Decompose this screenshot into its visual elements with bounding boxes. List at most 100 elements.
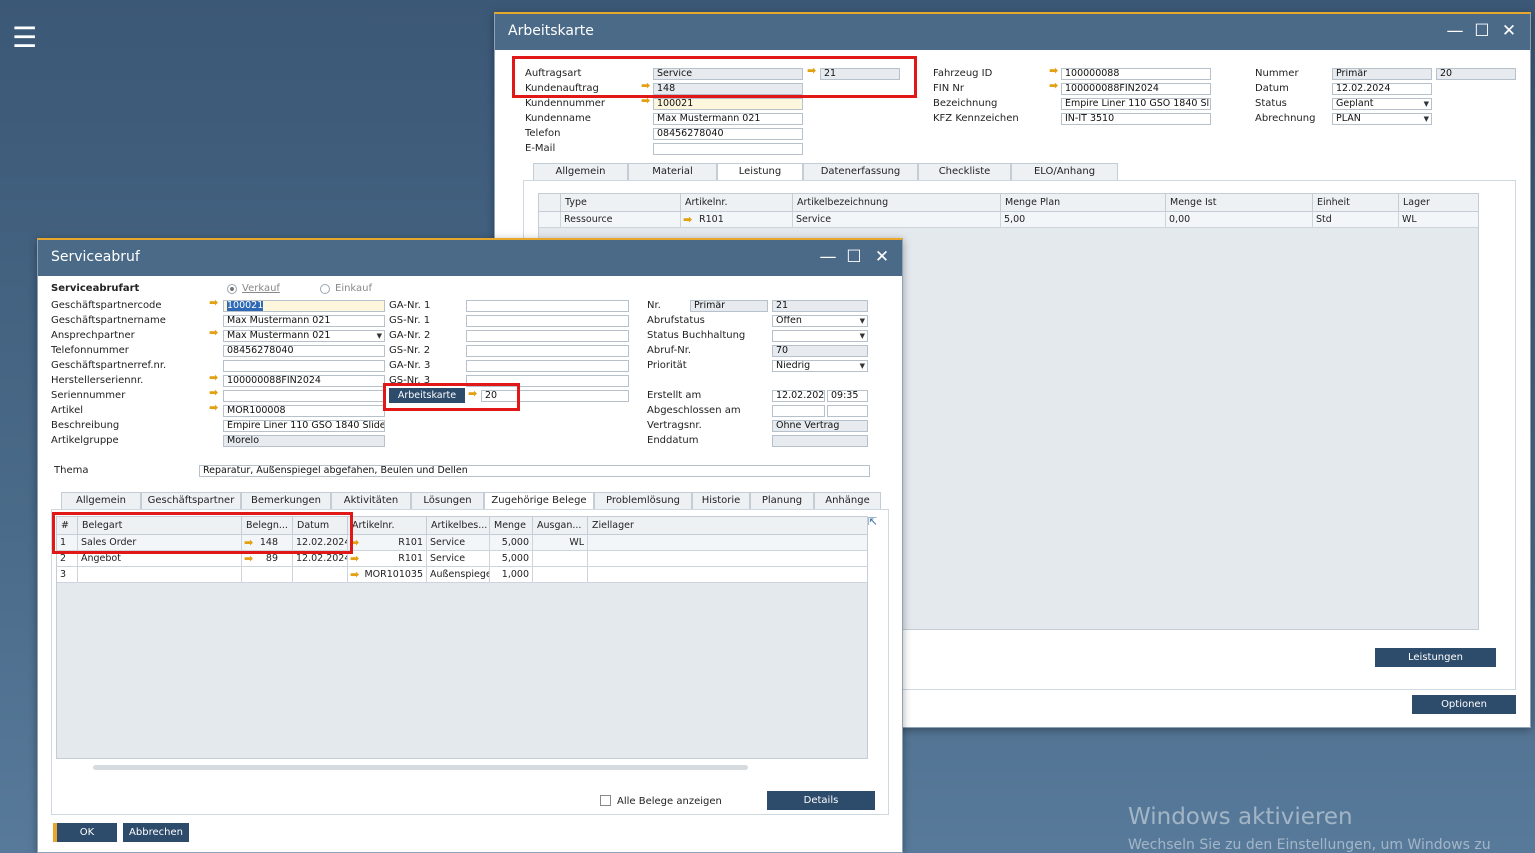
email-field[interactable] xyxy=(653,143,803,155)
table-row[interactable]: 3 MOR101035 Außenspiegel 1,000 xyxy=(57,567,867,583)
gpref-field[interactable] xyxy=(223,360,385,372)
enddatum-field[interactable] xyxy=(772,435,868,447)
link-arrow-icon[interactable]: ➡ xyxy=(209,297,221,308)
tab-bemerkungen[interactable]: Bemerkungen xyxy=(241,492,331,509)
hamburger-menu-icon[interactable]: ☰ xyxy=(12,24,37,52)
bezeichnung-field[interactable]: Empire Liner 110 GSO 1840 Slide- xyxy=(1061,98,1211,110)
tab-planung[interactable]: Planung xyxy=(750,492,814,509)
datum-field[interactable]: 12.02.2024 xyxy=(1332,83,1432,95)
fin-field[interactable]: 100000088FIN2024 xyxy=(1061,83,1211,95)
tab-zugehoerige-belege[interactable]: Zugehörige Belege xyxy=(484,492,594,510)
link-arrow-icon[interactable]: ➡ xyxy=(209,372,221,383)
tab-leistung[interactable]: Leistung xyxy=(717,163,803,181)
einkauf-radio[interactable] xyxy=(320,284,330,294)
expand-icon[interactable]: ⇱ xyxy=(868,515,877,528)
table-row[interactable]: Ressource R101 Service 5,00 0,00 Std WL xyxy=(539,212,1478,228)
link-arrow-icon[interactable]: ➡ xyxy=(209,402,221,413)
tab-elo-anhang[interactable]: ELO/Anhang xyxy=(1011,163,1118,180)
serien-field[interactable] xyxy=(223,390,385,402)
beschreibung-field[interactable]: Empire Liner 110 GSO 1840 Slide-Ou xyxy=(223,420,385,432)
grid-header-ziellager[interactable]: Ziellager xyxy=(588,517,867,535)
grid-header-menge-ist[interactable]: Menge Ist xyxy=(1166,194,1313,212)
abrufnr-field[interactable]: 70 xyxy=(772,345,868,357)
abgeschlossen-datum-field[interactable] xyxy=(772,405,825,417)
artikelgruppe-field[interactable]: Morelo xyxy=(223,435,385,447)
grid-header-menge-plan[interactable]: Menge Plan xyxy=(1001,194,1166,212)
ga2-field[interactable] xyxy=(466,330,629,342)
grid-header-lager[interactable]: Lager xyxy=(1399,194,1478,212)
telefon-field[interactable]: 08456278040 xyxy=(653,128,803,140)
tab-historie[interactable]: Historie xyxy=(692,492,750,509)
link-arrow-icon[interactable]: ➡ xyxy=(1049,65,1061,76)
verkauf-radio[interactable] xyxy=(227,284,237,294)
grid-header-artikelbezeichnung[interactable]: Artikelbezeichnung xyxy=(793,194,1001,212)
link-arrow-icon[interactable]: ➡ xyxy=(350,553,362,564)
erstellt-datum-field[interactable]: 12.02.2024 xyxy=(772,390,825,402)
erstellt-zeit-field[interactable]: 09:35 xyxy=(827,390,868,402)
minimize-icon[interactable]: — xyxy=(1445,20,1465,42)
status-select[interactable]: Geplant xyxy=(1332,98,1432,110)
leistungen-uebernehmen-button[interactable]: Leistungen übernehmen xyxy=(1375,648,1496,682)
ga1-field[interactable] xyxy=(466,300,629,312)
tab-aktivitaeten[interactable]: Aktivitäten xyxy=(331,492,411,509)
buchhaltung-select[interactable] xyxy=(772,330,868,342)
kundenname-field[interactable]: Max Mustermann 021 xyxy=(653,113,803,125)
tel-field[interactable]: 08456278040 xyxy=(223,345,385,357)
gp-name-field[interactable]: Max Mustermann 021 xyxy=(223,315,385,327)
tab-loesungen[interactable]: Lösungen xyxy=(411,492,484,509)
gs1-field[interactable] xyxy=(466,315,629,327)
kundennummer-field[interactable]: 100021 xyxy=(653,98,803,110)
link-arrow-icon[interactable]: ➡ xyxy=(683,214,695,225)
abrufstatus-select[interactable]: Offen xyxy=(772,315,868,327)
link-arrow-icon[interactable]: ➡ xyxy=(209,327,221,338)
grid-header-type[interactable]: Type xyxy=(561,194,681,212)
gs2-label: GS-Nr. 2 xyxy=(389,345,431,356)
details-button[interactable]: Details xyxy=(767,791,875,810)
ga3-field[interactable] xyxy=(466,360,629,372)
tab-geschaeftspartner[interactable]: Geschäftspartner xyxy=(141,492,241,509)
link-arrow-icon[interactable]: ➡ xyxy=(350,569,362,580)
nr-field[interactable]: 21 xyxy=(772,300,868,312)
minimize-icon[interactable]: — xyxy=(818,246,838,268)
vertrag-field[interactable]: Ohne Vertrag xyxy=(772,420,868,432)
grid-header-artikelbes[interactable]: Artikelbes... xyxy=(427,517,490,535)
tab-allgemein[interactable]: Allgemein xyxy=(61,492,141,509)
link-arrow-icon[interactable]: ➡ xyxy=(1049,80,1061,91)
tab-allgemein[interactable]: Allgemein xyxy=(533,163,628,180)
tab-datenerfassung[interactable]: Datenerfassung xyxy=(803,163,918,180)
nummer-field[interactable]: 20 xyxy=(1436,68,1516,80)
tab-problemloesung[interactable]: Problemlösung xyxy=(594,492,692,509)
grid-header-ausgang[interactable]: Ausgan... xyxy=(533,517,588,535)
abbrechen-button[interactable]: Abbrechen xyxy=(123,823,189,842)
fahrzeug-field[interactable]: 100000088 xyxy=(1061,68,1211,80)
tab-anhaenge[interactable]: Anhänge xyxy=(814,492,881,509)
tab-material[interactable]: Material xyxy=(628,163,717,180)
link-arrow-icon[interactable]: ➡ xyxy=(209,387,221,398)
abgeschlossen-zeit-field[interactable] xyxy=(827,405,868,417)
ansprech-select[interactable]: Max Mustermann 021 xyxy=(223,330,385,342)
horizontal-scrollbar[interactable] xyxy=(93,765,748,770)
artikel-field[interactable]: MOR100008 xyxy=(223,405,385,417)
nummer-serie-field[interactable]: Primär xyxy=(1332,68,1432,80)
gp-code-field[interactable]: 100021 xyxy=(223,300,385,312)
grid-header-artikelnr[interactable]: Artikelnr. xyxy=(348,517,427,535)
tab-checkliste[interactable]: Checkliste xyxy=(918,163,1011,180)
grid-header-artikelnr[interactable]: Artikelnr. xyxy=(681,194,793,212)
grid-header-einheit[interactable]: Einheit xyxy=(1313,194,1399,212)
optionen-button[interactable]: Optionen xyxy=(1412,695,1516,714)
abrechnung-select[interactable]: PLAN xyxy=(1332,113,1432,125)
grid-header-menge[interactable]: Menge xyxy=(490,517,533,535)
ok-button[interactable]: OK xyxy=(53,823,117,842)
maximize-icon[interactable]: ☐ xyxy=(844,246,864,268)
link-arrow-icon[interactable]: ➡ xyxy=(244,553,256,564)
thema-field[interactable]: Reparatur, Außenspiegel abgefahen, Beule… xyxy=(199,465,870,477)
prio-select[interactable]: Niedrig xyxy=(772,360,868,372)
close-icon[interactable]: ✕ xyxy=(1499,20,1519,42)
kfz-field[interactable]: IN-IT 3510 xyxy=(1061,113,1211,125)
close-icon[interactable]: ✕ xyxy=(872,246,892,268)
alle-belege-checkbox[interactable] xyxy=(600,795,611,806)
maximize-icon[interactable]: ☐ xyxy=(1472,20,1492,42)
nr-serie-field[interactable]: Primär xyxy=(690,300,768,312)
hersteller-field[interactable]: 100000088FIN2024 xyxy=(223,375,385,387)
gs2-field[interactable] xyxy=(466,345,629,357)
